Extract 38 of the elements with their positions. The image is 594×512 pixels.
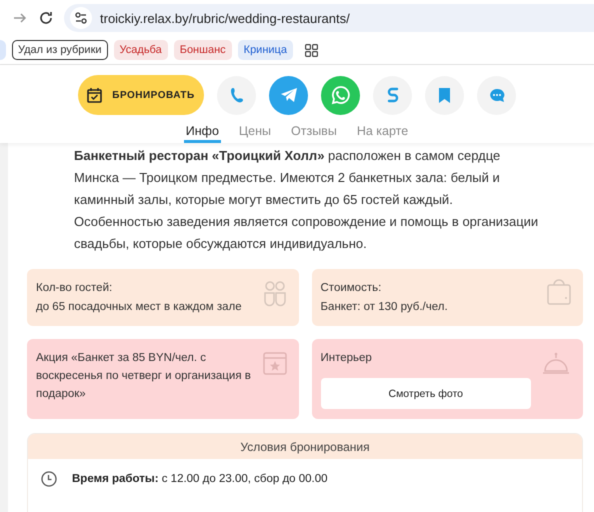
paper-plane-icon <box>280 87 298 103</box>
tab[interactable]: Инфо <box>184 123 221 143</box>
chat-phone-icon <box>330 85 350 105</box>
book-button[interactable]: БРОНИРОВАТЬ <box>78 75 204 115</box>
bookmark-chip[interactable]: Удал из рубрики <box>12 40 108 60</box>
card-text: до 65 посадочных мест в каждом зале <box>36 300 243 315</box>
calendar-check-icon <box>87 88 102 102</box>
reload-icon[interactable] <box>38 10 54 26</box>
bookmark-chip[interactable]: Криница <box>238 40 293 60</box>
card-text: Кол-во гостей: <box>36 281 114 296</box>
card-text: Акция «Банкет за 85 BYN/чел. с воскресенья по четверг и организация в подарок» <box>36 351 252 402</box>
chat-bubble-icon <box>488 88 504 102</box>
link-button[interactable] <box>373 76 412 114</box>
phone-button[interactable] <box>217 76 256 114</box>
apps-grid-icon[interactable] <box>304 44 318 56</box>
address-bar[interactable]: troickiy.relax.by/rubric/wedding-restaurants/ <box>64 4 594 32</box>
telegram-button[interactable] <box>269 76 308 114</box>
bookmark-chip[interactable]: Боншанс <box>174 40 232 60</box>
description-text: Банкетный ресторан «Троицкий Холл» расположен в самом сердце Минска — Троицком предместье. Имеются 2 банкетных зала: белый и каминный залы, которые могут вместить до 65 гостей каждый. Особенностью заведения является сопровождение и помощь в организации свадьбы, которые обсуждаются индивидуально. <box>74 147 540 253</box>
site-settings-icon[interactable] <box>70 7 92 29</box>
conditions-title: Условия бронирования <box>28 434 582 459</box>
chat-button[interactable] <box>477 76 516 114</box>
tab[interactable]: Цены <box>236 123 274 143</box>
bookmark-button[interactable] <box>425 76 464 114</box>
card-text: Интерьер <box>320 351 373 366</box>
bookmark-icon <box>439 88 450 102</box>
phone-icon <box>230 87 244 103</box>
clock-icon <box>41 471 57 487</box>
working-hours-text: Время работы: с 12.00 до 23.00, сбор до 00.00 <box>72 473 328 485</box>
bookmark-chip[interactable]: Усадьба <box>114 40 168 60</box>
whatsapp-button[interactable] <box>321 76 360 114</box>
card-text: Стоимость: <box>320 281 382 296</box>
tab[interactable]: На карте <box>354 123 410 143</box>
tab[interactable]: Отзывы <box>289 123 339 143</box>
wallet-icon <box>545 279 573 307</box>
link-icon <box>386 87 400 103</box>
view-photos-button[interactable]: Смотреть фото <box>320 378 531 409</box>
card-text: Банкет: от 130 руб./чел. <box>320 300 449 315</box>
